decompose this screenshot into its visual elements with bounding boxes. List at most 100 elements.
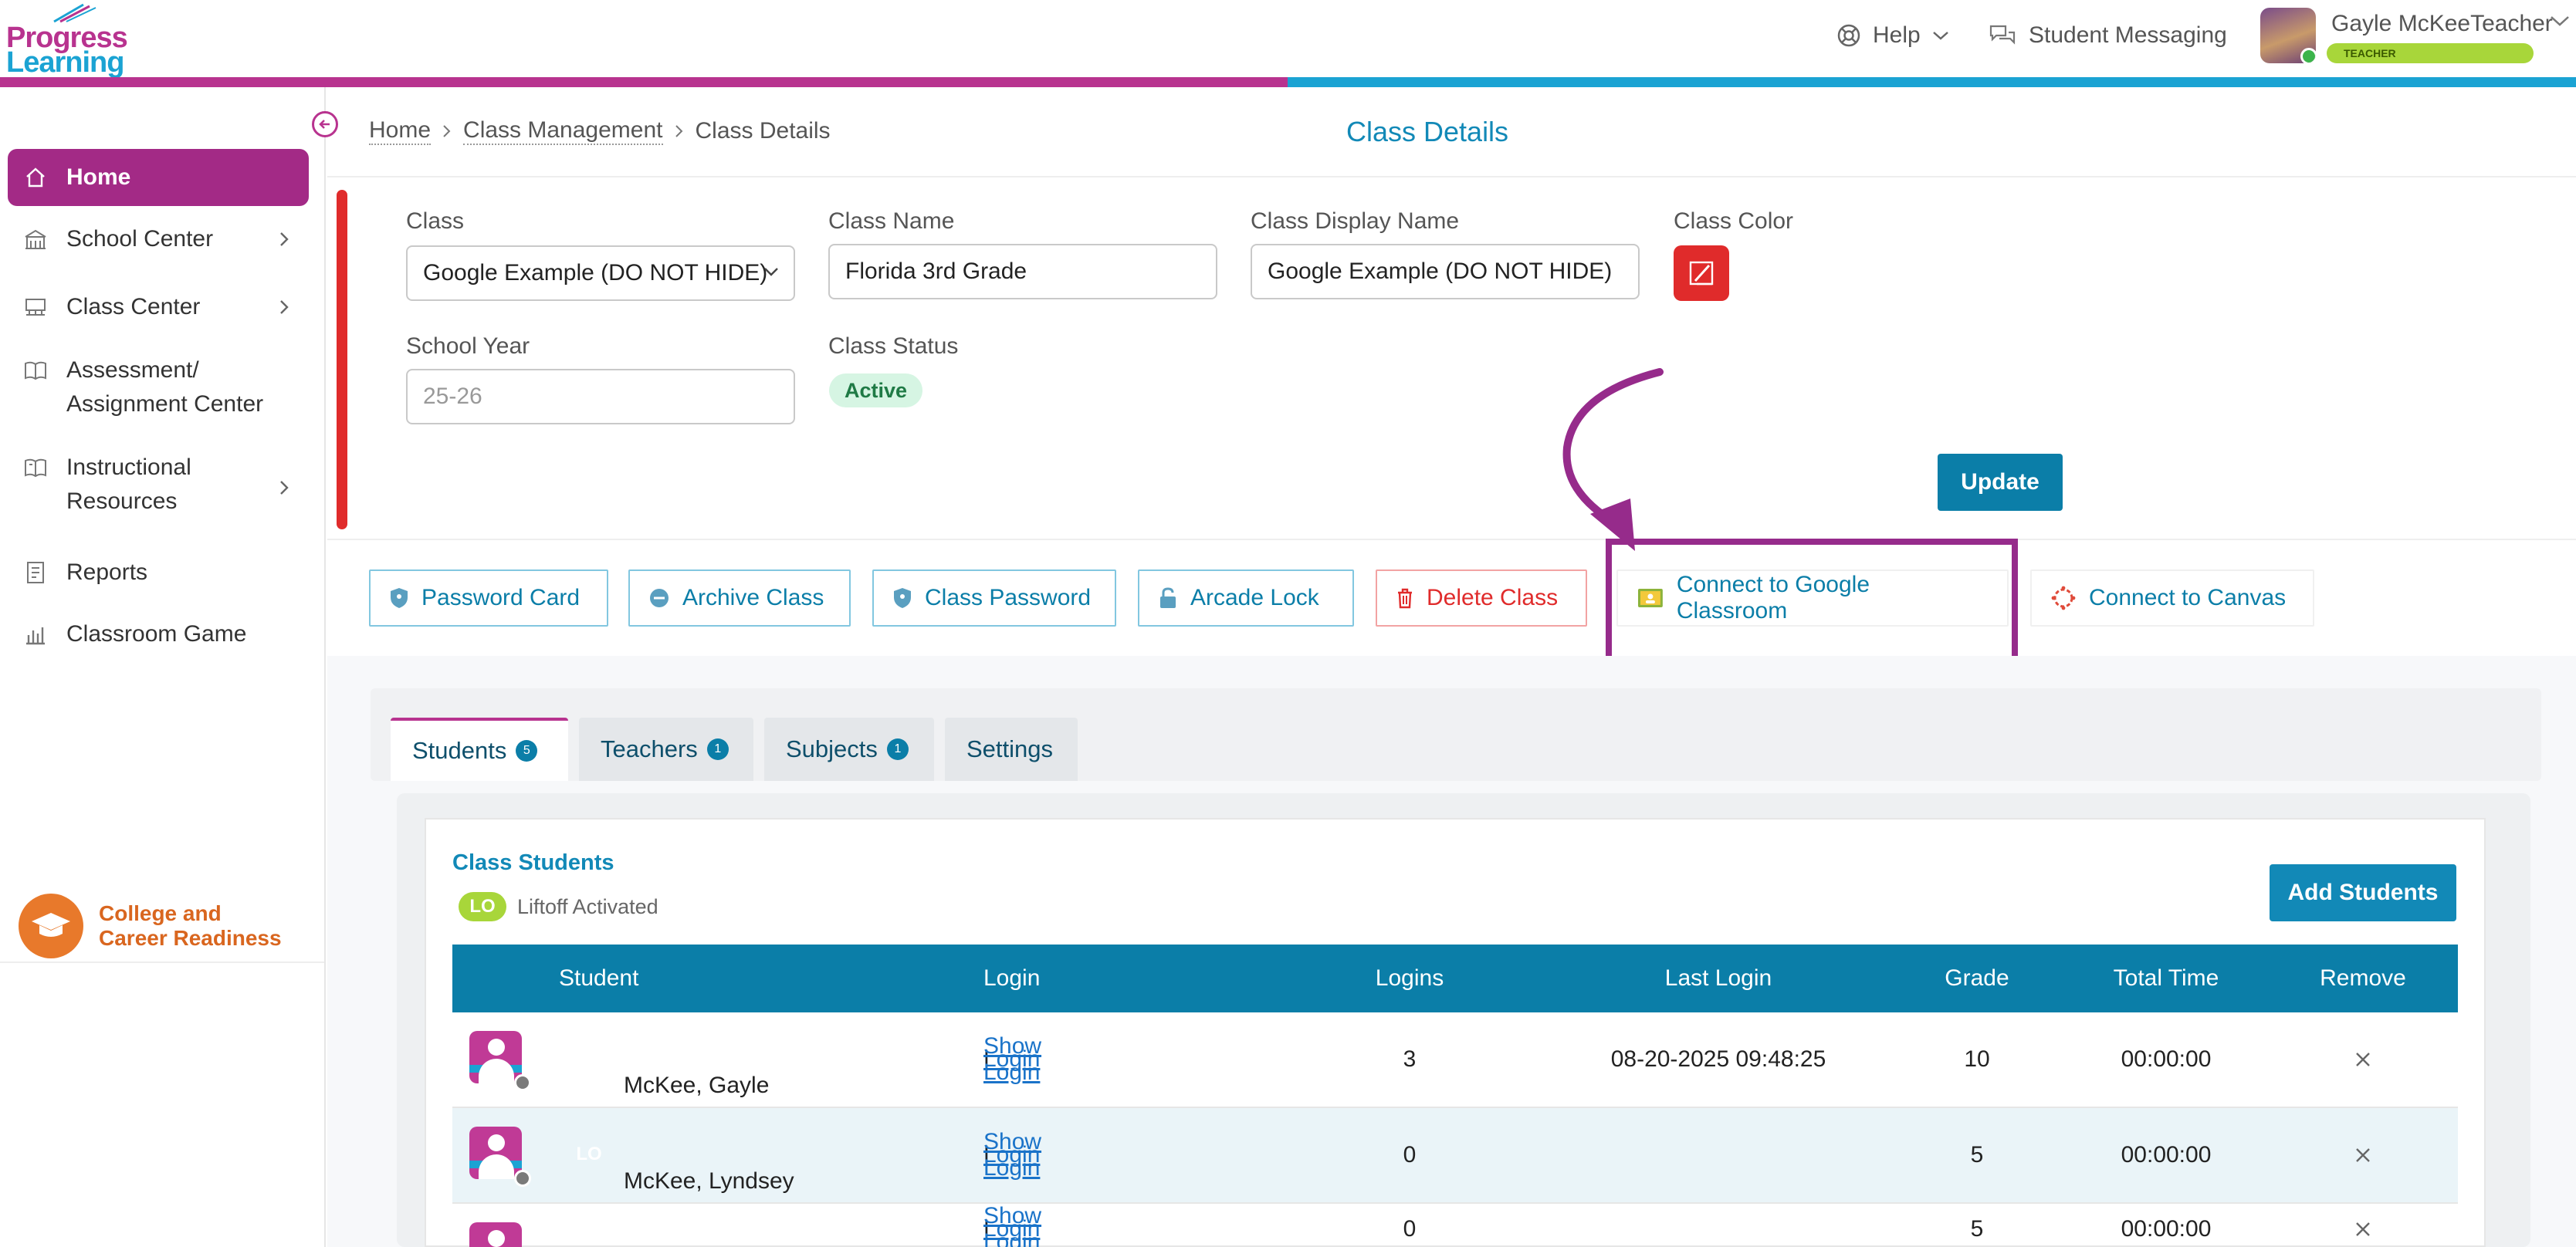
class-status-label: Class Status	[828, 333, 959, 359]
user-menu-chevron-icon[interactable]	[2549, 14, 2571, 28]
arcade-lock-label: Arcade Lock	[1190, 585, 1319, 610]
canvas-icon	[2051, 586, 2076, 610]
college-career-readiness-link[interactable]: College and Career Readiness	[19, 894, 282, 958]
tab-teachers[interactable]: Teachers 1	[579, 718, 753, 781]
show-login-link[interactable]: Show Login	[983, 1012, 1041, 1107]
column-header-last-login[interactable]: Last Login	[1533, 945, 1904, 1012]
collapse-sidebar-button[interactable]	[312, 111, 338, 137]
class-color-label: Class Color	[1674, 208, 1794, 234]
student-messaging-link[interactable]: Student Messaging	[1989, 20, 2227, 51]
color-edit-icon	[1689, 261, 1714, 286]
logins-count: 3	[1403, 1046, 1417, 1072]
tab-students[interactable]: Students 5	[391, 718, 568, 781]
arcade-lock-button[interactable]: Arcade Lock	[1138, 569, 1354, 627]
resources-icon	[22, 454, 49, 482]
close-icon	[2356, 1053, 2370, 1066]
ccr-label-line1: College and	[99, 901, 222, 925]
user-avatar[interactable]	[2260, 8, 2316, 63]
column-header-student[interactable]: Student	[559, 945, 638, 1012]
class-label: Class	[406, 208, 465, 234]
tab-label: Teachers	[601, 735, 698, 762]
class-select[interactable]: Google Example (DO NOT HIDE)	[406, 245, 795, 301]
class-students-title: Class Students	[452, 850, 614, 875]
breadcrumb-class-management[interactable]: Class Management	[463, 117, 663, 145]
school-year-input: 25-26	[406, 369, 795, 424]
archive-class-button[interactable]: Archive Class	[628, 569, 851, 627]
sidebar-item-school-center[interactable]: School Center	[8, 216, 309, 262]
class-name-input[interactable]: Florida 3rd Grade	[828, 244, 1217, 299]
school-year-value: 25-26	[423, 384, 482, 409]
student-status-dot	[514, 1170, 531, 1187]
grade: 5	[1970, 1216, 1984, 1242]
tab-settings[interactable]: Settings	[945, 718, 1078, 781]
sidebar-item-reports[interactable]: Reports	[8, 549, 309, 596]
student-avatar	[469, 1127, 522, 1179]
progress-learning-logo[interactable]: Progress Learning	[6, 3, 137, 79]
chevron-right-icon	[280, 481, 289, 495]
password-card-button[interactable]: Password Card	[369, 569, 608, 627]
class-display-name-value: Google Example (DO NOT HIDE)	[1268, 259, 1613, 284]
add-students-button[interactable]: Add Students	[2270, 864, 2456, 921]
total-time: 00:00:00	[2121, 1216, 2212, 1242]
sidebar-item-label-line2: Assignment Center	[66, 391, 264, 417]
connect-canvas-label: Connect to Canvas	[2089, 585, 2287, 610]
tab-count-badge: 1	[706, 738, 729, 760]
total-time: 00:00:00	[2121, 1046, 2212, 1072]
liftoff-legend: LO Liftoff Activated	[459, 892, 658, 921]
title-divider	[327, 176, 2576, 177]
sidebar-item-instructional-resources[interactable]: Instructional Resources	[8, 451, 309, 528]
sidebar-item-home[interactable]: Home	[8, 149, 309, 206]
sidebar-item-assessment-center[interactable]: Assessment/ Assignment Center	[8, 353, 309, 431]
online-status-dot	[2300, 48, 2316, 63]
connect-canvas-button[interactable]: Connect to Canvas	[2030, 569, 2314, 627]
sidebar-item-label: Classroom Game	[66, 621, 247, 647]
sidebar-item-label: Reports	[66, 559, 148, 585]
sidebar-item-label: Assessment/ Assignment Center	[66, 353, 263, 421]
show-login-link[interactable]: Show Login	[983, 1182, 1041, 1247]
unlock-icon	[1160, 587, 1176, 608]
class-color-picker[interactable]	[1674, 245, 1729, 301]
sidebar-item-label-line2: Resources	[66, 488, 178, 514]
column-header-logins[interactable]: Logins	[1340, 945, 1479, 1012]
user-role-badge: TEACHER	[2327, 43, 2534, 63]
remove-student-button[interactable]	[2290, 1012, 2436, 1107]
chevron-right-icon	[280, 300, 289, 314]
header-bar-blue	[1288, 77, 2576, 87]
column-header-login[interactable]: Login	[983, 945, 1040, 1012]
class-password-button[interactable]: Class Password	[872, 569, 1116, 627]
class-color-accent-bar	[337, 190, 347, 529]
breadcrumb: Home Class Management Class Details	[369, 117, 831, 145]
help-label: Help	[1873, 22, 1921, 48]
sidebar-item-classroom-game[interactable]: Classroom Game	[8, 611, 309, 657]
breadcrumb-class-details: Class Details	[695, 118, 831, 144]
last-login	[1533, 1108, 1904, 1202]
delete-class-button[interactable]: Delete Class	[1376, 569, 1587, 627]
sidebar-item-class-center[interactable]: Class Center	[8, 284, 309, 330]
help-menu[interactable]: Help	[1836, 20, 1950, 51]
close-icon	[2356, 1148, 2370, 1162]
logo-swoosh-icon	[53, 3, 96, 23]
column-header-grade[interactable]: Grade	[1919, 945, 2035, 1012]
class-password-label: Class Password	[925, 585, 1092, 610]
minus-circle-icon	[650, 589, 669, 607]
arrow-left-icon	[319, 120, 330, 129]
column-header-remove: Remove	[2320, 965, 2406, 991]
school-year-label: School Year	[406, 333, 530, 359]
ccr-label: College and Career Readiness	[99, 901, 282, 951]
user-name[interactable]: Gayle McKeeTeacher	[2331, 11, 2553, 37]
shield-icon	[391, 588, 408, 608]
student-avatar	[469, 1031, 522, 1083]
tab-subjects[interactable]: Subjects 1	[764, 718, 934, 781]
school-icon	[22, 225, 49, 253]
update-button[interactable]: Update	[1938, 454, 2063, 511]
logo-text-learning: Learning	[6, 46, 124, 79]
class-display-name-input[interactable]: Google Example (DO NOT HIDE)	[1251, 244, 1640, 299]
breadcrumb-home[interactable]: Home	[369, 117, 432, 145]
breadcrumb-chevron-icon	[675, 125, 682, 137]
sidebar-item-label-line1: Instructional	[66, 455, 191, 480]
column-header-total-time[interactable]: Total Time	[2066, 945, 2266, 1012]
header-bar-magenta	[0, 77, 1288, 87]
annotation-arrow-icon	[1562, 368, 1664, 551]
graduation-cap-icon	[19, 894, 83, 958]
remove-student-button[interactable]	[2290, 1182, 2436, 1247]
